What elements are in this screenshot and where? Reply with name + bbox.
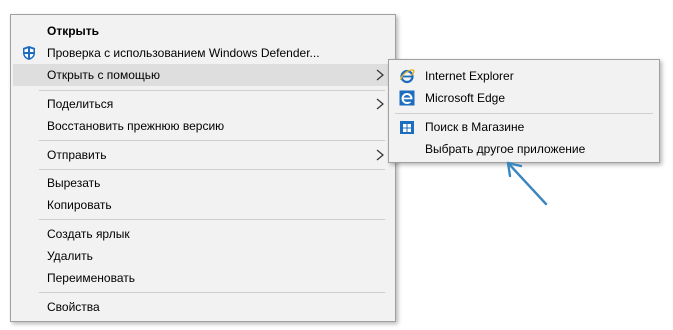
pointer-arrow-icon: [506, 161, 548, 206]
